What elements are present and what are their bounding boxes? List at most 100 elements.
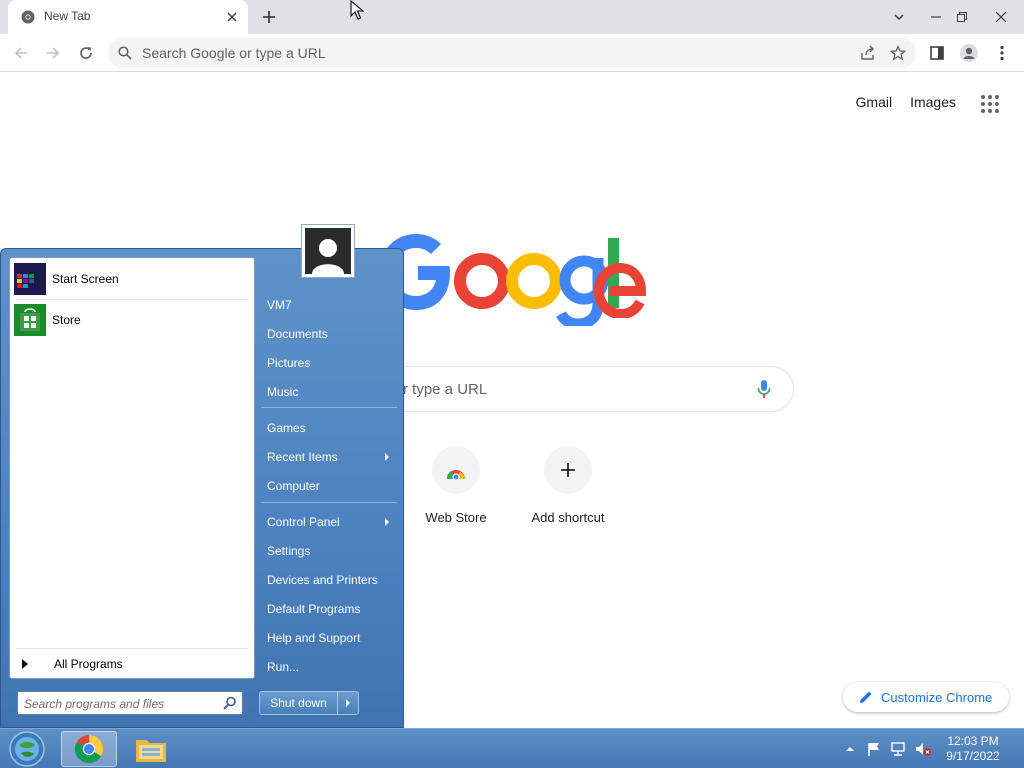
link-label: Help and Support [267,631,361,645]
taskbar-clock[interactable]: 12:03 PM 9/17/2022 [938,734,1008,764]
all-programs-label: All Programs [54,657,123,671]
side-panel-button[interactable] [926,42,948,64]
default-programs-link[interactable]: Default Programs [259,597,399,621]
recent-items-link[interactable]: Recent Items [259,445,399,469]
bookmark-star-icon[interactable] [890,45,906,61]
microphone-icon[interactable] [757,379,771,399]
search-icon[interactable] [223,696,237,710]
link-label: Games [267,421,306,435]
share-icon[interactable] [860,45,876,61]
show-hidden-icons-icon[interactable] [844,743,856,755]
settings-link[interactable]: Settings [259,539,399,563]
reload-icon [80,47,92,59]
documents-link[interactable]: Documents [259,322,399,346]
customize-chrome-button[interactable]: Customize Chrome [843,682,1009,712]
all-programs-button[interactable]: All Programs [18,654,246,674]
divider [261,407,397,408]
shut-down-button-group: Shut down [259,691,359,715]
music-link[interactable]: Music [259,380,399,404]
computer-link[interactable]: Computer [259,474,399,498]
start-search-input[interactable]: Search programs and files [17,691,243,715]
user-silhouette-icon [312,239,344,274]
clock-date: 9/17/2022 [946,749,1000,763]
shut-down-button[interactable]: Shut down [260,692,338,714]
link-label: Default Programs [267,602,361,616]
user-name: VM7 [267,298,292,312]
taskbar-chrome[interactable] [61,731,117,767]
link-label: Control Panel [267,515,340,529]
start-menu-item-store[interactable]: Store [14,301,250,339]
clock-time: 12:03 PM [947,734,999,748]
shortcut-web-store[interactable]: Web Store [400,446,512,525]
start-screen-icon [14,263,46,295]
control-panel-link[interactable]: Control Panel [259,510,399,534]
store-icon [14,304,46,336]
reload-button[interactable] [75,42,97,64]
taskbar-file-explorer[interactable] [123,731,179,767]
side-panel-icon [930,46,944,60]
back-button[interactable] [10,42,32,64]
new-tab-button[interactable] [260,8,278,26]
gmail-link[interactable]: Gmail [856,94,893,110]
link-label: Run... [267,660,300,674]
minimize-icon [931,16,941,18]
tab-search-button[interactable] [888,0,910,34]
chrome-icon [74,735,103,763]
link-label: Computer [267,479,320,493]
divider [16,648,248,649]
tab-title: New Tab [44,9,91,23]
close-window-button[interactable] [978,0,1024,34]
webstore-icon [446,470,465,481]
link-label: Pictures [267,356,311,370]
plus-icon [561,463,575,477]
start-menu: Start Screen Store All Programs Search p… [0,248,404,728]
kebab-menu-icon [1000,45,1004,61]
minimize-button[interactable] [924,0,948,34]
close-icon [996,12,1006,22]
images-link[interactable]: Images [910,94,956,110]
forward-arrow-icon [47,47,60,59]
restore-icon [957,12,967,22]
address-bar[interactable]: Search Google or type a URL [108,38,916,68]
start-menu-programs-pane: Start Screen Store All Programs [9,257,255,679]
shut-down-options-button[interactable] [338,692,358,714]
devices-and-printers-link[interactable]: Devices and Printers [259,568,399,592]
user-folder-link[interactable]: VM7 [259,293,399,317]
run-link[interactable]: Run... [259,655,399,679]
customize-chrome-label: Customize Chrome [881,689,993,705]
tab-new-tab[interactable]: New Tab [8,0,248,34]
pictures-link[interactable]: Pictures [259,351,399,375]
ntp-search-placeholder: r type a URL [403,381,488,398]
chrome-favicon-icon [21,10,35,24]
mouse-cursor-icon [350,0,364,20]
submenu-arrow-icon [385,453,389,461]
games-link[interactable]: Games [259,416,399,440]
start-menu-item-start-screen[interactable]: Start Screen [14,260,250,298]
pencil-icon [860,691,872,703]
shortcut-label: Web Store [425,510,487,525]
volume-muted-icon[interactable] [914,741,932,757]
shortcut-add[interactable]: Add shortcut [512,446,624,525]
google-apps-icon[interactable] [980,94,1000,114]
triangle-right-icon [22,659,28,669]
profile-button[interactable] [958,42,980,64]
taskbar: 12:03 PM 9/17/2022 [0,728,1024,768]
link-label: Settings [267,544,311,558]
forward-button[interactable] [42,42,64,64]
chrome-menu-button[interactable] [991,42,1013,64]
help-and-support-link[interactable]: Help and Support [259,626,399,650]
network-icon[interactable] [890,741,906,757]
add-shortcut-circle [544,446,592,494]
ntp-top-links: Gmail Images [856,94,956,110]
user-account-picture[interactable] [301,224,355,278]
shortcut-label: Add shortcut [531,510,605,525]
start-button[interactable] [6,729,48,768]
tab-strip: New Tab [0,0,1024,34]
restore-button[interactable] [950,0,974,34]
action-center-flag-icon[interactable] [866,741,882,757]
triangle-right-icon [346,699,350,707]
google-logo-e-glyph [593,262,647,318]
link-label: Documents [267,327,328,341]
submenu-arrow-icon [385,518,389,526]
close-tab-icon[interactable] [224,9,240,25]
